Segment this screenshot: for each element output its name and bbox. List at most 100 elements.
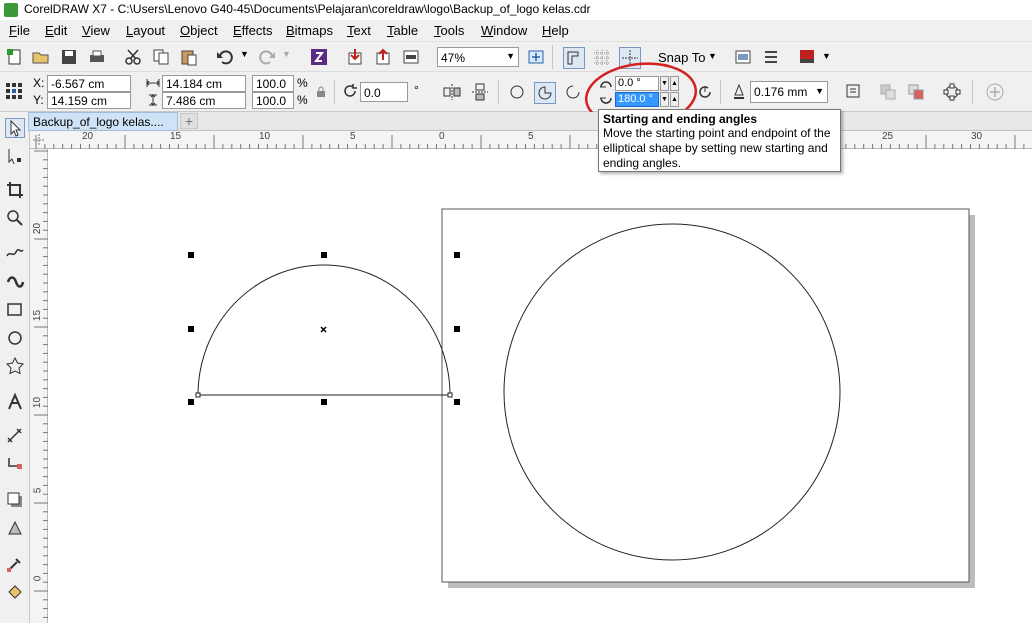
redo-icon[interactable] <box>258 48 276 66</box>
interactive-fill-tool-icon[interactable] <box>5 582 25 602</box>
menu-window[interactable]: Window <box>481 23 527 38</box>
arc-mode-icon[interactable] <box>564 83 582 101</box>
zoom-level-value: 47% <box>441 51 466 65</box>
cut-icon[interactable] <box>124 48 142 66</box>
new-document-icon[interactable] <box>6 48 24 66</box>
search-content-icon[interactable] <box>310 48 328 66</box>
publish-pdf-icon[interactable] <box>402 48 420 66</box>
y-label: Y: <box>33 93 44 107</box>
page-border <box>441 208 970 583</box>
drawing-canvas[interactable] <box>48 149 1032 623</box>
zoom-tool-icon[interactable] <box>5 208 25 228</box>
welcome-screen-icon[interactable] <box>798 48 816 66</box>
h-tick-label: 20 <box>82 131 94 142</box>
ending-angle-spinner-icon[interactable]: ▲ <box>670 92 679 107</box>
open-folder-icon[interactable] <box>32 48 50 66</box>
transparency-tool-icon[interactable] <box>5 518 25 538</box>
h-tick-label: 10 <box>259 131 271 142</box>
menu-layout[interactable]: Layout <box>126 23 165 38</box>
ending-angle-dropdown-icon[interactable]: ▼ <box>660 92 669 107</box>
export-icon[interactable] <box>374 48 392 66</box>
redo-dropdown-icon[interactable]: ▼ <box>282 49 291 59</box>
menu-view[interactable]: View <box>82 23 110 38</box>
show-grid-icon[interactable] <box>591 47 613 69</box>
options-icon[interactable] <box>762 48 780 66</box>
mirror-horizontal-icon[interactable] <box>442 82 462 102</box>
welcome-chevron-icon[interactable]: ▼ <box>822 51 831 61</box>
to-back-icon[interactable] <box>906 82 926 102</box>
change-direction-icon[interactable] <box>696 83 714 101</box>
shape-tool-icon[interactable] <box>5 146 25 166</box>
full-screen-preview-icon[interactable] <box>563 47 585 69</box>
starting-angle-field[interactable]: 0.0 ° <box>615 76 659 91</box>
tooltip-title: Starting and ending angles <box>603 112 758 126</box>
starting-angle-dropdown-icon[interactable]: ▼ <box>660 76 669 91</box>
convert-to-curves-icon[interactable] <box>942 82 962 102</box>
zoom-to-page-icon[interactable] <box>527 48 545 66</box>
pie-mode-icon[interactable] <box>534 82 556 104</box>
undo-dropdown-icon[interactable]: ▼ <box>240 49 249 59</box>
crop-tool-icon[interactable] <box>5 180 25 200</box>
width-icon <box>146 79 160 87</box>
show-guidelines-icon[interactable] <box>619 47 641 69</box>
drop-shadow-tool-icon[interactable] <box>5 490 25 510</box>
menu-effects[interactable]: Effects <box>233 23 273 38</box>
outline-width-select[interactable]: 0.176 mm ▼ <box>750 81 828 103</box>
ellipse-tool-icon[interactable] <box>5 328 25 348</box>
ellipse-mode-icon[interactable] <box>508 83 526 101</box>
rotation-degree-symbol: ° <box>414 83 419 97</box>
width-field[interactable]: 14.184 cm <box>162 75 246 92</box>
rotation-angle-field[interactable]: 0.0 <box>360 82 408 102</box>
artistic-media-tool-icon[interactable] <box>5 270 25 290</box>
application-launcher-icon[interactable] <box>734 48 752 66</box>
menu-text[interactable]: Text <box>347 23 371 38</box>
scale-y-field[interactable]: 100.0 <box>252 92 294 109</box>
zoom-level-select[interactable]: 47% ▼ <box>437 47 519 67</box>
document-tab[interactable]: Backup_of_logo kelas.... <box>28 112 178 131</box>
menu-object[interactable]: Object <box>180 23 218 38</box>
starting-angle-spinner-icon[interactable]: ▲ <box>670 76 679 91</box>
lock-ratio-icon[interactable] <box>316 86 326 98</box>
save-icon[interactable] <box>60 48 78 66</box>
to-front-icon[interactable] <box>878 82 898 102</box>
add-preset-icon[interactable] <box>985 82 1005 102</box>
tooltip-description: Move the starting point and endpoint of … <box>603 126 831 170</box>
y-position-field[interactable]: 14.159 cm <box>47 92 131 109</box>
freehand-tool-icon[interactable] <box>5 242 25 262</box>
polygon-tool-icon[interactable] <box>5 356 25 376</box>
print-icon[interactable] <box>88 48 106 66</box>
mirror-vertical-icon[interactable] <box>470 82 490 102</box>
menu-bitmaps[interactable]: Bitmaps <box>286 23 333 38</box>
height-field[interactable]: 7.486 cm <box>162 92 246 109</box>
menu-edit[interactable]: Edit <box>45 23 67 38</box>
wrap-text-icon[interactable] <box>844 82 864 102</box>
undo-icon[interactable] <box>216 48 234 66</box>
rectangle-tool-icon[interactable] <box>5 300 25 320</box>
menu-table[interactable]: Table <box>387 23 418 38</box>
eyedropper-tool-icon[interactable] <box>5 554 25 574</box>
object-origin-icon[interactable] <box>5 82 23 100</box>
paste-icon[interactable] <box>180 48 198 66</box>
pick-tool-icon[interactable] <box>5 118 25 138</box>
parallel-dimension-tool-icon[interactable] <box>5 426 25 446</box>
horizontal-ruler[interactable]: 20 15 10 5 0 5 10 15 20 25 30 <box>30 131 1032 149</box>
ending-angle-field[interactable]: 180.0 ° <box>615 92 659 107</box>
connector-tool-icon[interactable] <box>5 454 25 474</box>
snap-to-chevron-icon[interactable]: ▼ <box>708 51 717 61</box>
starting-angle-icon <box>600 81 612 88</box>
menu-file[interactable]: File <box>9 23 30 38</box>
add-tab-icon[interactable]: + <box>180 113 198 129</box>
snap-to-label[interactable]: Snap To <box>658 50 705 65</box>
copy-icon[interactable] <box>152 48 170 66</box>
vertical-ruler[interactable]: 20 15 10 5 0 <box>30 149 48 623</box>
v-tick-label: 20 <box>32 222 44 235</box>
toolbox <box>0 112 30 623</box>
menu-help[interactable]: Help <box>542 23 569 38</box>
menu-tools[interactable]: Tools <box>434 23 464 38</box>
ruler-origin-icon[interactable] <box>30 131 48 149</box>
x-position-field[interactable]: -6.567 cm <box>47 75 131 92</box>
toolbar-separator <box>552 45 553 69</box>
import-icon[interactable] <box>346 48 364 66</box>
text-tool-icon[interactable] <box>5 392 25 412</box>
scale-x-field[interactable]: 100.0 <box>252 75 294 92</box>
